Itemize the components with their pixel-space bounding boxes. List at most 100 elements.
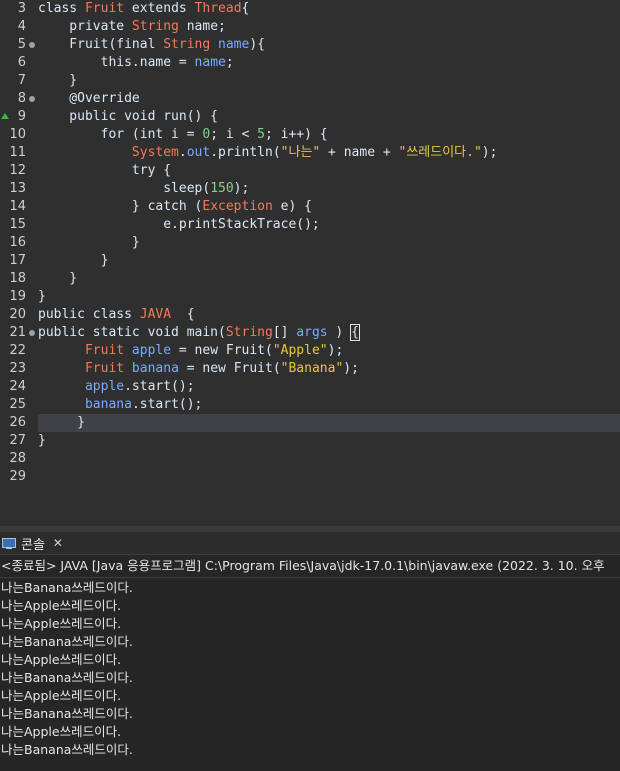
fold-toggle-icon[interactable]: [29, 96, 35, 102]
line-gutter[interactable]: 29: [0, 468, 38, 486]
tab-console[interactable]: 콘솔 ✕: [0, 532, 69, 554]
code-line[interactable]: 24 apple.start();: [0, 378, 620, 396]
code-text[interactable]: @Override: [38, 90, 139, 108]
code-text[interactable]: class Fruit extends Thread{: [38, 0, 249, 18]
line-number: 6: [17, 55, 26, 70]
line-gutter[interactable]: 11: [0, 144, 38, 162]
code-text[interactable]: Fruit banana = new Fruit("Banana");: [38, 360, 359, 378]
code-token: {: [241, 1, 250, 16]
code-text[interactable]: Fruit(final String name){: [38, 36, 265, 54]
code-line[interactable]: 25 banana.start();: [0, 396, 620, 414]
code-line[interactable]: 13 sleep(150);: [0, 180, 620, 198]
code-line[interactable]: 7 }: [0, 72, 620, 90]
line-gutter[interactable]: 25: [0, 396, 38, 414]
line-gutter[interactable]: 23: [0, 360, 38, 378]
line-gutter[interactable]: 24: [0, 378, 38, 396]
code-text[interactable]: apple.start();: [38, 378, 195, 396]
code-text[interactable]: private String name;: [38, 18, 226, 36]
code-line[interactable]: 6 this.name = name;: [0, 54, 620, 72]
code-line[interactable]: 11 System.out.println("나는" + name + "쓰레드…: [0, 144, 620, 162]
line-gutter[interactable]: 18: [0, 270, 38, 288]
code-line[interactable]: 12 try {: [0, 162, 620, 180]
line-gutter[interactable]: 14: [0, 198, 38, 216]
code-text[interactable]: public void run() {: [38, 108, 218, 126]
code-line[interactable]: 22 Fruit apple = new Fruit("Apple");: [0, 342, 620, 360]
code-text[interactable]: this.name = name;: [38, 54, 234, 72]
code-token: {: [350, 324, 360, 341]
line-gutter[interactable]: 26: [0, 414, 38, 432]
line-number: 25: [9, 397, 26, 412]
code-line[interactable]: 28: [0, 450, 620, 468]
code-line[interactable]: 23 Fruit banana = new Fruit("Banana");: [0, 360, 620, 378]
code-text[interactable]: }: [38, 288, 46, 306]
line-gutter[interactable]: 15: [0, 216, 38, 234]
code-editor[interactable]: 3 class Fruit extends Thread{4 private St…: [0, 0, 620, 526]
code-text[interactable]: public class JAVA {: [38, 306, 195, 324]
line-gutter[interactable]: 7: [0, 72, 38, 90]
code-token: .: [178, 145, 187, 160]
code-line[interactable]: 17 }: [0, 252, 620, 270]
code-line[interactable]: 18 }: [0, 270, 620, 288]
code-line[interactable]: 19}: [0, 288, 620, 306]
close-icon[interactable]: ✕: [53, 536, 63, 550]
line-gutter[interactable]: 17: [0, 252, 38, 270]
line-gutter[interactable]: 12: [0, 162, 38, 180]
code-line[interactable]: 16 }: [0, 234, 620, 252]
line-gutter[interactable]: 16: [0, 234, 38, 252]
code-text[interactable]: try {: [38, 162, 171, 180]
line-gutter[interactable]: 10: [0, 126, 38, 144]
code-line[interactable]: 3 class Fruit extends Thread{: [0, 0, 620, 18]
code-text[interactable]: }: [38, 432, 46, 450]
code-text[interactable]: sleep(150);: [38, 180, 249, 198]
code-line[interactable]: 10 for (int i = 0; i < 5; i++) {: [0, 126, 620, 144]
code-text[interactable]: }: [38, 252, 109, 270]
code-text[interactable]: public static void main(String[] args ) …: [38, 324, 360, 342]
line-number: 9: [17, 109, 26, 124]
line-gutter[interactable]: 28: [0, 450, 38, 468]
code-token: }: [38, 433, 46, 448]
line-gutter[interactable]: 20: [0, 306, 38, 324]
code-line[interactable]: 4 private String name;: [0, 18, 620, 36]
line-gutter[interactable]: 21: [0, 324, 38, 342]
code-text[interactable]: } catch (Exception e) {: [38, 198, 312, 216]
code-line[interactable]: 29: [0, 468, 620, 486]
code-text[interactable]: for (int i = 0; i < 5; i++) {: [38, 126, 328, 144]
code-line[interactable]: 5 Fruit(final String name){: [0, 36, 620, 54]
code-line[interactable]: 14 } catch (Exception e) {: [0, 198, 620, 216]
line-gutter[interactable]: 6: [0, 54, 38, 72]
code-line[interactable]: 15 e.printStackTrace();: [0, 216, 620, 234]
code-text[interactable]: banana.start();: [38, 396, 202, 414]
code-text[interactable]: e.printStackTrace();: [38, 216, 320, 234]
console-output-line: 나는Banana쓰레드이다.: [1, 634, 133, 649]
code-text[interactable]: }: [38, 414, 85, 432]
line-gutter[interactable]: 13: [0, 180, 38, 198]
line-gutter[interactable]: 19: [0, 288, 38, 306]
code-text[interactable]: System.out.println("나는" + name + "쓰레드이다.…: [38, 144, 498, 162]
code-line[interactable]: 27}: [0, 432, 620, 450]
code-line[interactable]: 9 public void run() {: [0, 108, 620, 126]
line-gutter[interactable]: 3: [0, 0, 38, 18]
code-text[interactable]: }: [38, 234, 140, 252]
fold-toggle-icon[interactable]: [29, 330, 35, 336]
code-token: } catch (: [38, 199, 203, 214]
line-number: 3: [17, 1, 26, 16]
code-text[interactable]: Fruit apple = new Fruit("Apple");: [38, 342, 343, 360]
line-gutter[interactable]: 4: [0, 18, 38, 36]
line-gutter[interactable]: 8: [0, 90, 38, 108]
code-line[interactable]: 26 }: [0, 414, 620, 432]
fold-toggle-icon[interactable]: [29, 42, 35, 48]
line-gutter[interactable]: 9: [0, 108, 38, 126]
line-gutter[interactable]: 27: [0, 432, 38, 450]
code-text[interactable]: }: [38, 72, 77, 90]
override-marker-icon[interactable]: [1, 113, 9, 119]
code-line[interactable]: 20 public class JAVA {: [0, 306, 620, 324]
code-line[interactable]: 8 @Override: [0, 90, 620, 108]
line-gutter[interactable]: 5: [0, 36, 38, 54]
console-output[interactable]: 나는Banana쓰레드이다. 나는Apple쓰레드이다. 나는Apple쓰레드이다.…: [0, 578, 620, 759]
line-gutter[interactable]: 22: [0, 342, 38, 360]
console-output-line: 나는Apple쓰레드이다.: [1, 688, 122, 703]
code-token: banana: [124, 361, 179, 376]
code-line[interactable]: 21 public static void main(String[] args …: [0, 324, 620, 342]
line-number: 20: [9, 307, 26, 322]
code-text[interactable]: }: [38, 270, 77, 288]
